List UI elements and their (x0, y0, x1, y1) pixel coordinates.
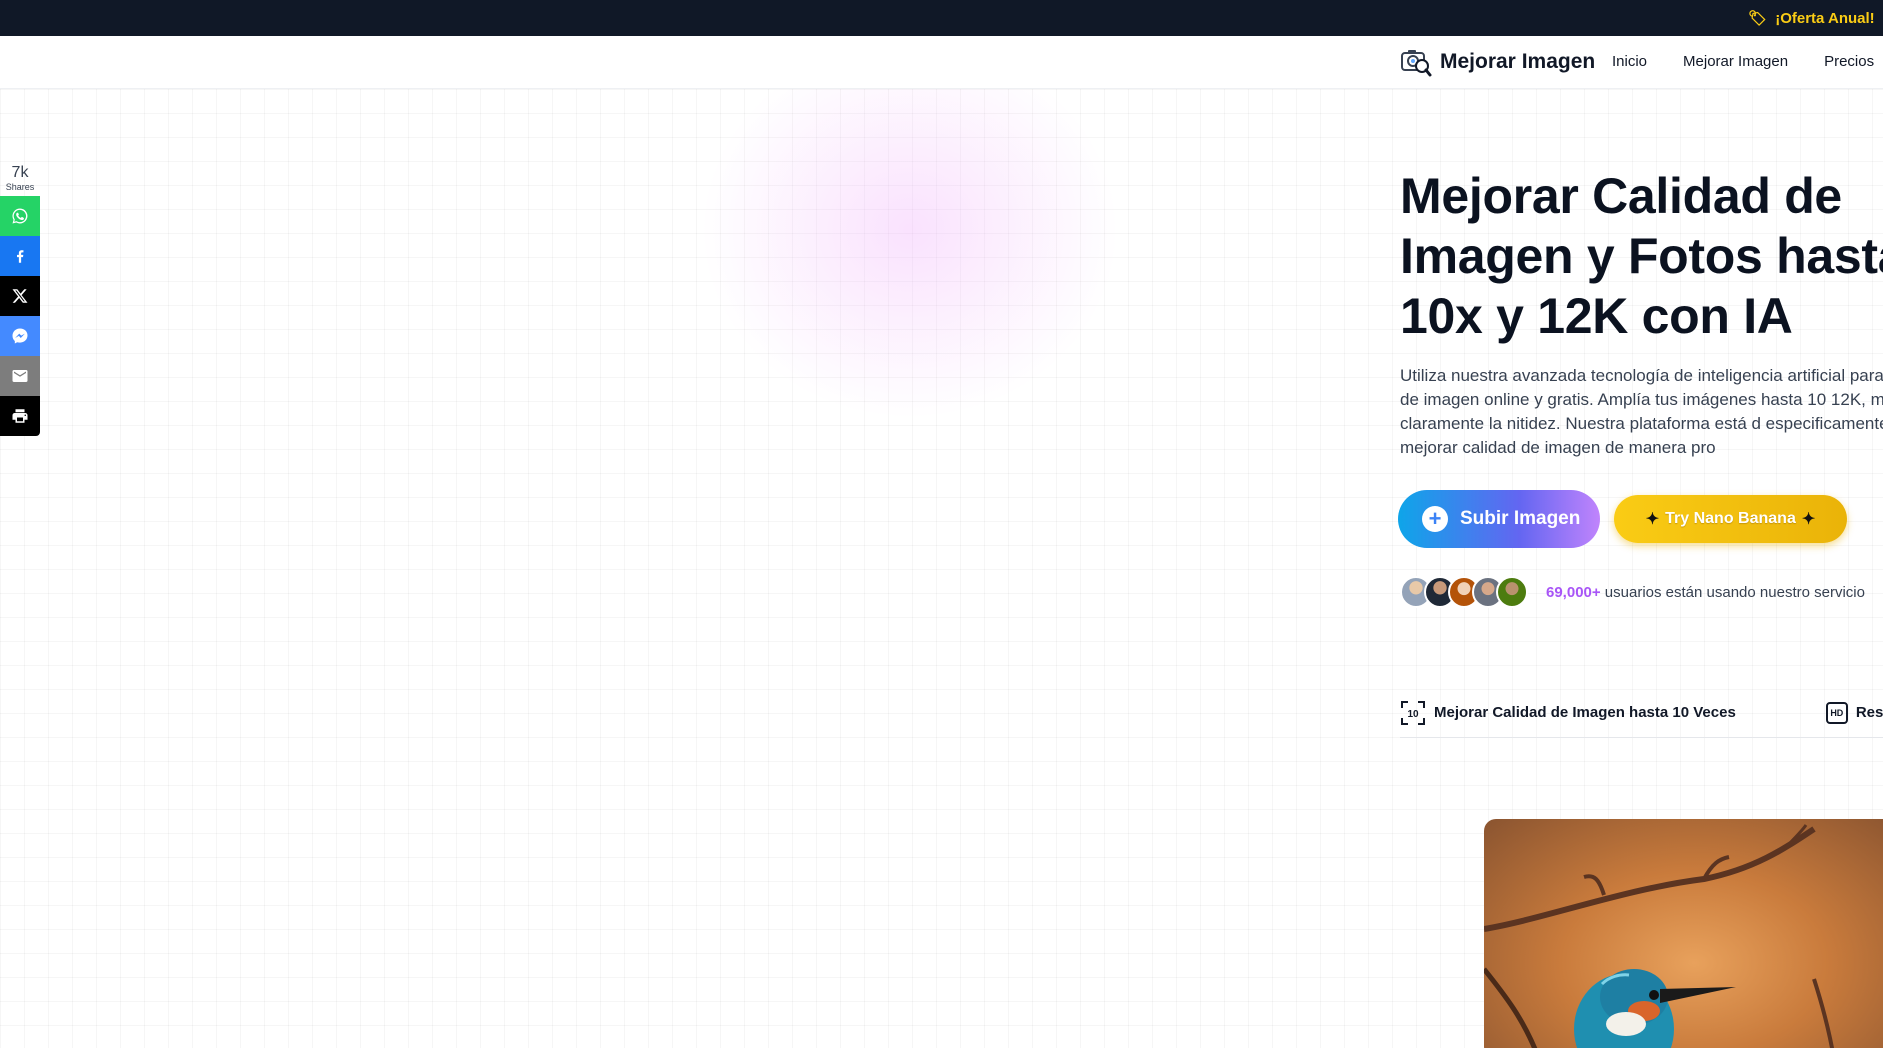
social-proof: 69,000+ usuarios están usando nuestro se… (1400, 576, 1865, 608)
hero-title-line: Mejorar Calidad de (1400, 168, 1842, 224)
feature-10x-label: Mejorar Calidad de Imagen hasta 10 Veces (1434, 704, 1736, 721)
feature-10x: 10 Mejorar Calidad de Imagen hasta 10 Ve… (1400, 700, 1736, 726)
hero-description: Utiliza nuestra avanzada tecnología de i… (1400, 366, 1883, 457)
messenger-share-button[interactable] (0, 316, 40, 356)
nav-link-mejorar-imagen[interactable]: Mejorar Imagen (1683, 53, 1788, 70)
promo-bar: 🏷 ¡Oferta Anual! 2 (0, 0, 1883, 36)
navbar: Mejorar Imagen Inicio Mejorar Imagen Pre… (0, 36, 1883, 89)
hero-title-line: Imagen y Fotos hasta (1400, 228, 1883, 284)
nav-link-precios[interactable]: Precios (1824, 53, 1874, 70)
share-count-number: 7k (11, 164, 29, 181)
facebook-icon (17, 250, 24, 263)
x-share-button[interactable] (0, 276, 40, 316)
print-icon (12, 409, 28, 423)
email-share-button[interactable] (0, 356, 40, 396)
sparkle-icon: ✦ (1801, 511, 1816, 528)
svg-text:10: 10 (1407, 709, 1419, 720)
messenger-icon (12, 328, 28, 344)
users-count: 69,000+ (1546, 583, 1601, 601)
tag-icon: 🏷 (1748, 10, 1768, 27)
upload-image-button[interactable]: + Subir Imagen (1398, 490, 1600, 548)
try-nano-banana-button[interactable]: ✦ Try Nano Banana ✦ (1614, 495, 1847, 543)
print-share-button[interactable] (0, 396, 40, 436)
nav-links: Inicio Mejorar Imagen Precios (1612, 53, 1883, 70)
whatsapp-icon (12, 208, 28, 224)
hd-icon: HD (1825, 701, 1848, 724)
plus-icon: + (1422, 506, 1448, 532)
promo-offer: ¡Oferta Anual! (1775, 9, 1875, 27)
hero-title: Mejorar Calidad de Imagen y Fotos hasta … (1400, 166, 1883, 346)
users-label: usuarios están usando nuestro servicio (1600, 583, 1865, 601)
kingfisher-illustration (1484, 824, 1835, 1048)
brand-name: Mejorar Imagen (1440, 50, 1596, 73)
nav-link-inicio[interactable]: Inicio (1612, 53, 1647, 70)
upload-image-label: Subir Imagen (1460, 508, 1581, 529)
brand[interactable]: Mejorar Imagen (1400, 46, 1595, 78)
users-text: 69,000+ usuarios están usando nuestro se… (1546, 584, 1865, 601)
share-count-label: Shares (5, 182, 35, 192)
cta-row: + Subir Imagen ✦ Try Nano Banana ✦ (1398, 490, 1847, 548)
feature-resolution-label: Resol (1855, 704, 1883, 721)
whatsapp-share-button[interactable] (0, 196, 40, 236)
camera-magnifier-icon (1401, 50, 1432, 77)
share-sidebar: 7k Shares (0, 164, 40, 436)
promo-banner[interactable]: 🏷 ¡Oferta Anual! 2 (1748, 9, 1883, 28)
avatar-group (1400, 576, 1528, 608)
x-icon (12, 289, 28, 303)
feature-resolution: HD Resol (1825, 701, 1883, 724)
avatar (1496, 576, 1528, 608)
sparkle-icon: ✦ (1645, 511, 1660, 528)
kingfisher-photo (1484, 819, 1883, 1048)
try-nano-banana-label: Try Nano Banana (1665, 510, 1796, 527)
share-count: 7k Shares (0, 164, 40, 192)
hero-title-line: 10x y 12K con IA (1400, 288, 1793, 344)
features-row: 10 Mejorar Calidad de Imagen hasta 10 Ve… (1400, 688, 1883, 738)
email-icon (12, 370, 28, 382)
upscale-10x-icon: 10 (1401, 700, 1425, 725)
hero-section: Mejorar Calidad de Imagen y Fotos hasta … (1398, 166, 1883, 738)
facebook-share-button[interactable] (0, 236, 40, 276)
